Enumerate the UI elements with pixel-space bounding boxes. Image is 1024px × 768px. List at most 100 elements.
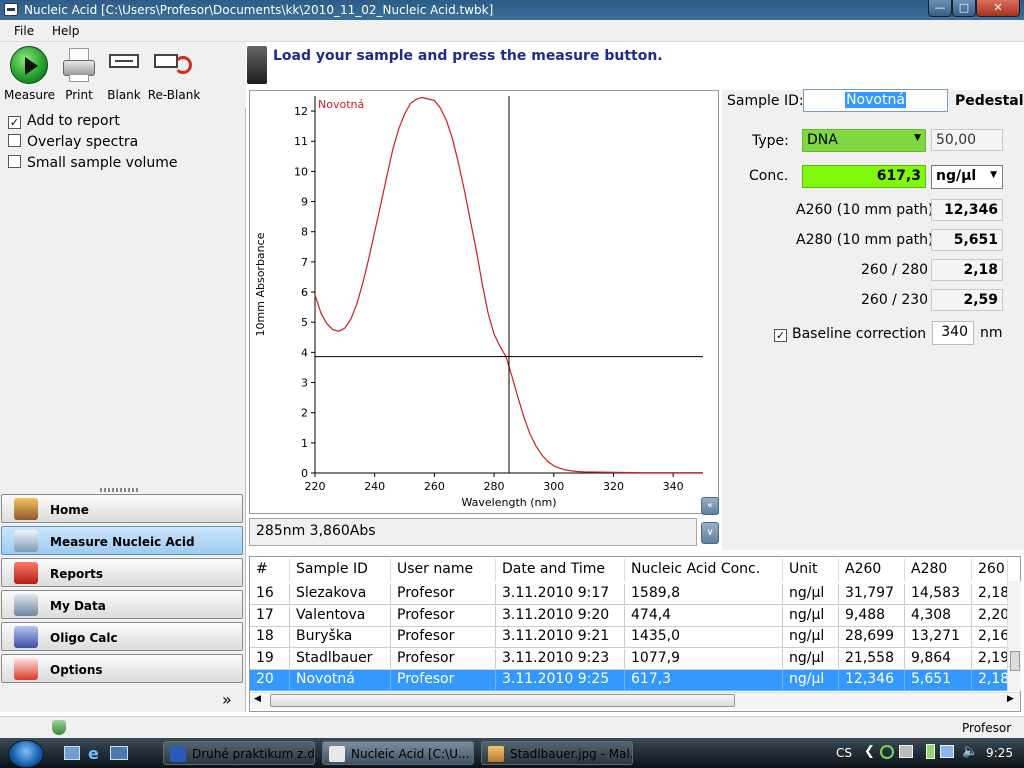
splitter-grip[interactable]: [100, 488, 140, 492]
checkbox-empty-icon: [8, 134, 21, 147]
baseline-correction-label: Baseline correction: [792, 326, 927, 342]
blank-button[interactable]: Blank: [104, 46, 144, 102]
menu-file[interactable]: File: [14, 24, 34, 38]
y-tick-label: 5: [301, 316, 308, 329]
column-header-a280[interactable]: A280: [905, 559, 972, 581]
type-select[interactable]: DNA ▼: [802, 129, 926, 152]
printer-icon: [61, 46, 97, 84]
collapse-chart-icon[interactable]: «: [701, 497, 719, 515]
y-tick-label: 9: [301, 196, 308, 209]
internet-explorer-icon[interactable]: e: [88, 744, 99, 763]
cell-date-time: 3.11.2010 9:23: [496, 648, 625, 670]
baseline-correction-checkbox[interactable]: ✓ Baseline correction: [774, 326, 926, 342]
overlay-spectra-checkbox[interactable]: Overlay spectra: [8, 134, 138, 152]
small-sample-volume-checkbox[interactable]: Small sample volume: [8, 155, 178, 173]
show-desktop-icon[interactable]: [64, 746, 80, 760]
nav-options[interactable]: Options: [1, 654, 243, 683]
ratio-260-230-value: 2,59: [931, 289, 1003, 311]
cell-sample-id: Valentova: [290, 605, 391, 627]
print-button[interactable]: Print: [56, 46, 102, 102]
cell-user-name: Profesor: [391, 605, 496, 627]
unit-select[interactable]: ng/µl ▼: [931, 165, 1003, 189]
cell-row-number: 16: [250, 584, 290, 605]
cell-sample-id: Novotná: [290, 670, 391, 691]
column-header-row-number[interactable]: #: [250, 559, 290, 581]
y-tick-label: 10: [294, 165, 308, 178]
y-tick-label: 12: [294, 105, 308, 118]
measure-button[interactable]: Measure: [4, 46, 55, 102]
table-row[interactable]: 19 Stadlbauer Profesor 3.11.2010 9:23 1077,9…: [250, 648, 1008, 670]
cell-a280: 14,583: [905, 584, 972, 605]
table-row[interactable]: 17 Valentova Profesor 3.11.2010 9:20 474,4 ng…: [250, 605, 1008, 627]
column-header-a260[interactable]: A260: [839, 559, 905, 581]
ratio-260-280-value: 2,18: [931, 259, 1003, 281]
type-value: DNA: [807, 132, 838, 148]
minimize-button[interactable]: —: [928, 0, 952, 17]
cell-a280: 9,864: [905, 648, 972, 670]
baseline-wavelength-input[interactable]: 340: [932, 321, 974, 345]
y-tick-label: 7: [301, 256, 308, 269]
horizontal-scroll-thumb[interactable]: [270, 694, 735, 707]
chevron-right-icon[interactable]: »: [222, 690, 232, 709]
a260-label: A260 (10 mm path): [796, 202, 934, 218]
cell-a280: 5,651: [905, 670, 972, 691]
taskbar-item-paint[interactable]: Stadlbauer.jpg - Mal...: [481, 741, 633, 765]
taskbar-item-nucleic-acid[interactable]: Nucleic Acid [C:\U...: [322, 741, 474, 765]
tray-expand-icon[interactable]: ❮: [864, 744, 875, 759]
scroll-right-icon[interactable]: ▶: [1007, 694, 1014, 704]
network-status-icon: [880, 745, 894, 759]
expand-down-icon[interactable]: ∨: [701, 522, 719, 544]
ratio-260-280-label: 260 / 280: [861, 262, 929, 278]
nav-oligo-calc-label: Oligo Calc: [50, 631, 118, 645]
home-icon: [14, 498, 38, 520]
toolbar: Measure Print Blank Re-Blank: [0, 42, 246, 108]
word-document-icon: [170, 746, 186, 762]
nav-reports[interactable]: Reports: [1, 558, 243, 587]
column-header-user-name[interactable]: User name: [391, 559, 496, 581]
table-row[interactable]: 20 Novotná Profesor 3.11.2010 9:25 617,3 ng/µ…: [250, 670, 1008, 691]
cell-conc: 1435,0: [625, 627, 783, 648]
spectrum-chart[interactable]: 0123456789101112220 240 260 280 300 320 340Wav…: [250, 91, 720, 515]
x-tick-label: 220: [305, 480, 326, 493]
column-header-date-time[interactable]: Date and Time: [496, 559, 625, 581]
menu-bar: File Help: [0, 20, 1024, 42]
column-header-sample-id[interactable]: Sample ID: [290, 559, 391, 581]
task-label-paint: Stadlbauer.jpg - Mal...: [510, 747, 633, 761]
nav-measure-nucleic-acid[interactable]: Measure Nucleic Acid: [1, 526, 243, 555]
task-label-word: Druhé praktikum z.d...: [192, 747, 315, 761]
type-factor-field[interactable]: 50,00: [931, 129, 1003, 151]
vertical-scrollbar[interactable]: [1007, 581, 1021, 691]
nav-oligo-calc[interactable]: Oligo Calc: [1, 622, 243, 651]
taskbar-item-word[interactable]: Druhé praktikum z.d...: [163, 741, 315, 765]
scroll-left-icon[interactable]: ◀: [254, 694, 261, 704]
unit-value: ng/µl: [936, 168, 977, 184]
column-header-unit[interactable]: Unit: [783, 559, 839, 581]
cell-unit: ng/µl: [783, 627, 839, 648]
play-icon: [10, 46, 48, 84]
add-to-report-checkbox[interactable]: ✓ Add to report: [8, 113, 120, 131]
instrument-icon: [247, 46, 267, 84]
nav-my-data[interactable]: My Data: [1, 590, 243, 619]
dropdown-arrow-icon: ▼: [914, 133, 921, 143]
y-tick-label: 2: [301, 407, 308, 420]
sample-id-input[interactable]: Novotná: [803, 89, 948, 112]
column-header-conc[interactable]: Nucleic Acid Conc.: [625, 559, 783, 581]
maximize-button[interactable]: □: [952, 0, 976, 17]
clock[interactable]: 9:25: [986, 746, 1013, 760]
volume-icon[interactable]: 🔈: [962, 744, 978, 759]
table-row[interactable]: 16 Slezakova Profesor 3.11.2010 9:17 1589,8 n…: [250, 584, 1008, 605]
cell-conc: 1077,9: [625, 648, 783, 670]
reblank-button[interactable]: Re-Blank: [146, 46, 202, 102]
menu-help[interactable]: Help: [52, 24, 79, 38]
column-header-ratio-260[interactable]: 260: [972, 559, 1008, 581]
media-player-icon[interactable]: [110, 746, 128, 760]
y-tick-label: 8: [301, 226, 308, 239]
language-indicator[interactable]: CS: [836, 746, 852, 760]
start-button[interactable]: [8, 740, 44, 768]
close-button[interactable]: ✕: [976, 0, 1020, 17]
vertical-scroll-thumb[interactable]: [1010, 651, 1020, 671]
table-row[interactable]: 18 Buryška Profesor 3.11.2010 9:21 1435,0 ng/…: [250, 627, 1008, 648]
title-bar: Nucleic Acid [C:\Users\Profesor\Document…: [0, 0, 1024, 20]
nav-home[interactable]: Home: [1, 494, 243, 523]
hint-text: Load your sample and press the measure b…: [273, 48, 663, 64]
